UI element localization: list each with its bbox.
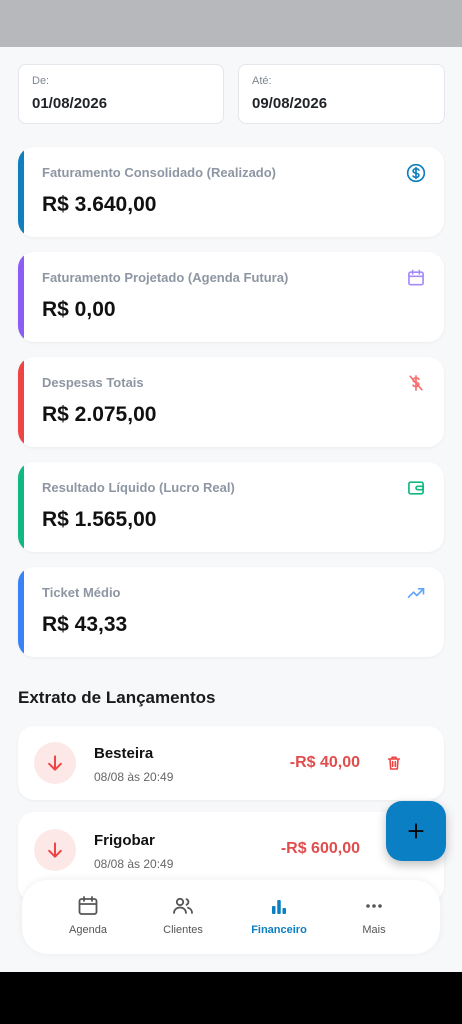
transaction-time: 08/08 às 20:49: [94, 857, 174, 871]
card-title: Despesas Totais: [42, 375, 144, 390]
add-transaction-button[interactable]: [386, 801, 446, 861]
expense-indicator: [34, 829, 76, 871]
finance-screen: De: 01/08/2026 Até: 09/08/2026 Faturamen…: [0, 47, 462, 972]
status-bar: [0, 0, 462, 47]
date-to-field[interactable]: Até: 09/08/2026: [238, 64, 445, 124]
nav-label: Mais: [362, 924, 386, 936]
card-value: R$ 43,33: [42, 613, 128, 636]
wallet-icon: [408, 481, 424, 495]
nav-label: Agenda: [69, 924, 107, 936]
trending-up-icon: [407, 588, 425, 598]
calendar-icon: [78, 896, 98, 915]
card-value: R$ 0,00: [42, 298, 116, 321]
arrow-down-icon: [48, 842, 62, 858]
card-total-expenses: Despesas Totais R$ 2.075,00: [18, 357, 444, 447]
expense-indicator: [34, 742, 76, 784]
bottom-nav: Agenda Clientes Financeiro Mais: [22, 880, 440, 954]
card-net-result: Resultado Líquido (Lucro Real) R$ 1.565,…: [18, 462, 444, 552]
system-nav-area: [0, 972, 462, 1024]
card-accent-bar: [18, 357, 24, 447]
card-accent-bar: [18, 567, 24, 657]
nav-label: Financeiro: [251, 924, 307, 936]
more-dots-icon: [366, 904, 382, 908]
transaction-amount: -R$ 600,00: [280, 840, 360, 857]
card-revenue-projected: Faturamento Projetado (Agenda Futura) R$…: [18, 252, 444, 342]
users-icon: [173, 897, 193, 914]
transaction-name: Frigobar: [94, 832, 155, 849]
card-title: Faturamento Consolidado (Realizado): [42, 165, 277, 180]
transaction-amount: -R$ 40,00: [289, 754, 360, 771]
statement-title: Extrato de Lançamentos: [18, 688, 216, 707]
card-average-ticket: Ticket Médio R$ 43,33: [18, 567, 444, 657]
list-item[interactable]: Besteira 08/08 às 20:49 -R$ 40,00: [18, 726, 444, 800]
date-from-label: De:: [32, 75, 50, 87]
card-accent-bar: [18, 147, 24, 237]
nav-label: Clientes: [163, 924, 203, 936]
nav-item-financeiro[interactable]: Financeiro: [234, 894, 324, 936]
bar-chart-icon: [272, 900, 286, 914]
dollar-circle-icon: [406, 163, 426, 183]
dollar-off-icon: [409, 375, 423, 391]
nav-item-mais[interactable]: Mais: [329, 894, 419, 936]
date-from-field[interactable]: De: 01/08/2026: [18, 64, 224, 124]
card-value: R$ 2.075,00: [42, 403, 157, 426]
card-value: R$ 1.565,00: [42, 508, 157, 531]
card-title: Faturamento Projetado (Agenda Futura): [42, 270, 289, 285]
date-from-value: 01/08/2026: [32, 95, 108, 112]
nav-item-agenda[interactable]: Agenda: [43, 894, 133, 936]
arrow-down-icon: [48, 755, 62, 771]
date-to-value: 09/08/2026: [252, 95, 328, 112]
card-title: Ticket Médio: [42, 585, 121, 600]
nav-item-clientes[interactable]: Clientes: [138, 894, 228, 936]
transaction-name: Besteira: [94, 745, 154, 762]
card-value: R$ 3.640,00: [42, 193, 157, 216]
card-accent-bar: [18, 462, 24, 552]
date-to-label: Até:: [252, 75, 272, 87]
trash-icon[interactable]: [386, 754, 402, 772]
card-title: Resultado Líquido (Lucro Real): [42, 480, 235, 495]
transaction-time: 08/08 às 20:49: [94, 770, 174, 784]
card-accent-bar: [18, 252, 24, 342]
card-revenue-realized: Faturamento Consolidado (Realizado) R$ 3…: [18, 147, 444, 237]
plus-icon: [408, 823, 424, 839]
calendar-icon: [408, 269, 424, 286]
